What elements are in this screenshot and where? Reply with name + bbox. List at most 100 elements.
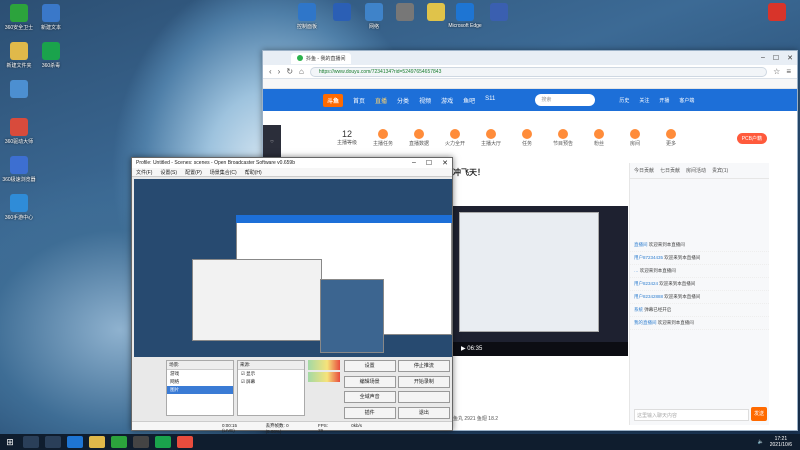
nav-item[interactable]: 视频 — [419, 96, 431, 105]
desktop-icon[interactable]: 360极速浏览器 — [2, 156, 36, 183]
source-item[interactable]: ☑ 显示 — [238, 370, 304, 378]
start-button[interactable]: ⊞ — [0, 437, 20, 448]
nav-item[interactable]: 直播 — [375, 96, 387, 105]
heart-icon[interactable]: ♡ — [263, 139, 281, 144]
pcb-button[interactable]: PCB户籍 — [736, 133, 767, 144]
close-icon[interactable]: ✕ — [442, 159, 448, 167]
nav-item[interactable]: 分类 — [397, 96, 409, 105]
chat-user[interactable]: 用户82342888 — [634, 294, 664, 299]
desktop-icon[interactable]: 360杀毒 — [34, 42, 68, 69]
chat-input[interactable]: 这里输入聊天内容 — [634, 409, 749, 421]
scene-item[interactable]: 游戏 — [167, 370, 233, 378]
stat-item[interactable]: 直播数据 — [407, 129, 431, 147]
scene-item[interactable]: 网络 — [167, 378, 233, 386]
chat-tab[interactable]: 七日贡献 — [660, 167, 680, 174]
stat-item[interactable]: 火力全开 — [443, 129, 467, 147]
desktop-icon[interactable]: 360手游中心 — [2, 194, 36, 221]
video-player[interactable]: ▶ 06:35 — [453, 206, 628, 356]
player-controls[interactable]: ▶ 06:35 — [453, 342, 628, 356]
desktop-icon[interactable] — [2, 80, 36, 100]
desktop-icon[interactable]: 360安全卫士 — [2, 4, 36, 31]
chat-tab[interactable]: 今日贡献 — [634, 167, 654, 174]
stat-item[interactable]: 12 主播等级 — [335, 129, 359, 147]
obs-menu-item[interactable]: 帮助(H) — [245, 169, 262, 176]
source-item[interactable]: ☑ 屏幕 — [238, 378, 304, 386]
maximize-icon[interactable]: ☐ — [773, 54, 779, 62]
chat-tab[interactable]: 房间活动 — [686, 167, 706, 174]
star-icon[interactable]: ☆ — [773, 67, 780, 76]
close-icon[interactable]: ✕ — [787, 54, 793, 62]
explorer-taskbar-icon[interactable] — [89, 436, 105, 448]
chat-user[interactable]: 用户823424 — [634, 281, 659, 286]
obs-button[interactable]: 停止推流 — [397, 360, 450, 372]
menu-icon[interactable]: ≡ — [786, 67, 791, 76]
taskbar-clock[interactable]: 17:21 2021/10/6 — [770, 436, 792, 448]
minimize-icon[interactable]: – — [412, 159, 416, 167]
browser360-taskbar-icon[interactable] — [111, 436, 127, 448]
chat-user[interactable]: 系统 — [634, 307, 644, 312]
nav-item[interactable]: 首页 — [353, 96, 365, 105]
desktop-icon[interactable]: 控制面板 — [290, 3, 324, 30]
task-view-icon[interactable] — [45, 436, 61, 448]
desktop-icon[interactable]: 网络 — [357, 3, 391, 30]
stat-item[interactable]: 节目预告 — [551, 129, 575, 147]
obs-button[interactable]: 退出 — [397, 406, 450, 419]
user-nav-item[interactable]: 历史 — [619, 97, 629, 104]
obs-menu-item[interactable]: 配置(P) — [185, 169, 202, 176]
douyu-logo[interactable]: 斗鱼 — [323, 93, 344, 107]
user-nav-item[interactable]: 客户端 — [679, 97, 694, 104]
scene-item[interactable]: 图片 — [167, 386, 233, 394]
desktop-icon[interactable] — [388, 3, 422, 23]
stat-item[interactable]: 任务 — [515, 129, 539, 147]
stat-item[interactable]: 更多 — [659, 129, 683, 147]
desktop-icon[interactable]: 新建文本 — [34, 4, 68, 31]
obs-button[interactable] — [397, 391, 450, 403]
edge-taskbar-icon[interactable] — [67, 436, 83, 448]
desktop-icon[interactable] — [482, 3, 516, 23]
chat-user[interactable]: 直播间 — [634, 242, 649, 247]
desktop-icon[interactable]: 新建文件夹 — [2, 42, 36, 69]
user-nav-item[interactable]: 开播 — [659, 97, 669, 104]
send-button[interactable]: 发送 — [751, 407, 767, 421]
app-taskbar-icon[interactable] — [177, 436, 193, 448]
obs-button[interactable]: 插件 — [343, 406, 396, 419]
obs-menu-item[interactable]: 场景集合(C) — [210, 169, 237, 176]
volume-icon[interactable]: 🔈 — [758, 439, 764, 445]
obs-button[interactable]: 编辑场景 — [343, 375, 396, 388]
obs-window[interactable]: Profile: Untitled - Scenes: scenes - Ope… — [131, 157, 453, 434]
nav-item[interactable]: 鱼吧 — [463, 96, 475, 105]
home-icon[interactable]: ⌂ — [299, 67, 304, 76]
stat-item[interactable]: 房间 — [623, 129, 647, 147]
obs-taskbar-icon[interactable] — [133, 436, 149, 448]
obs-menu-item[interactable]: 文件(F) — [136, 169, 152, 176]
chat-user[interactable]: 我的直播间 — [634, 320, 658, 325]
douyu-search-input[interactable]: 搜索 — [535, 94, 596, 106]
url-input[interactable]: https://www.douyu.com/7234134?rid=524976… — [309, 66, 768, 77]
obs-status-item: 丢弃帧数: 0 (0.00%) — [265, 423, 289, 434]
desktop-icon[interactable]: Microsoft Edge — [448, 3, 482, 29]
obs-button[interactable]: 设置 — [343, 360, 396, 372]
maximize-icon[interactable]: ☐ — [426, 159, 432, 167]
play-icon[interactable]: ▶ — [461, 346, 466, 352]
obs-button[interactable]: 全域声音 — [343, 391, 396, 403]
stat-item[interactable]: 主播大厅 — [479, 129, 503, 147]
nav-item[interactable]: 游戏 — [441, 96, 453, 105]
obs-button[interactable]: 开始录制 — [397, 375, 450, 388]
minimize-icon[interactable]: – — [761, 54, 765, 62]
nav-item[interactable]: S11 — [485, 96, 495, 105]
desktop-icon[interactable]: 360驱动大师 — [2, 118, 36, 145]
refresh-icon[interactable]: ↻ — [286, 67, 293, 76]
stat-item[interactable]: 粉丝 — [587, 129, 611, 147]
search-icon[interactable] — [23, 436, 39, 448]
back-arrow-icon[interactable]: ‹ — [269, 67, 272, 76]
forward-arrow-icon[interactable]: › — [278, 67, 281, 76]
chat-tab[interactable]: 贵宾(1) — [712, 167, 728, 174]
stat-item[interactable]: 主播任务 — [371, 129, 395, 147]
wechat-taskbar-icon[interactable] — [155, 436, 171, 448]
obs-menu-item[interactable]: 设置(S) — [160, 169, 177, 176]
desktop-icon[interactable] — [760, 3, 794, 23]
desktop-icon[interactable] — [325, 3, 359, 23]
chat-user[interactable]: 用户87234435 — [634, 255, 664, 260]
user-nav-item[interactable]: 关注 — [639, 97, 649, 104]
browser-tab[interactable]: 抖鱼 - 我的直播间 — [291, 52, 352, 64]
